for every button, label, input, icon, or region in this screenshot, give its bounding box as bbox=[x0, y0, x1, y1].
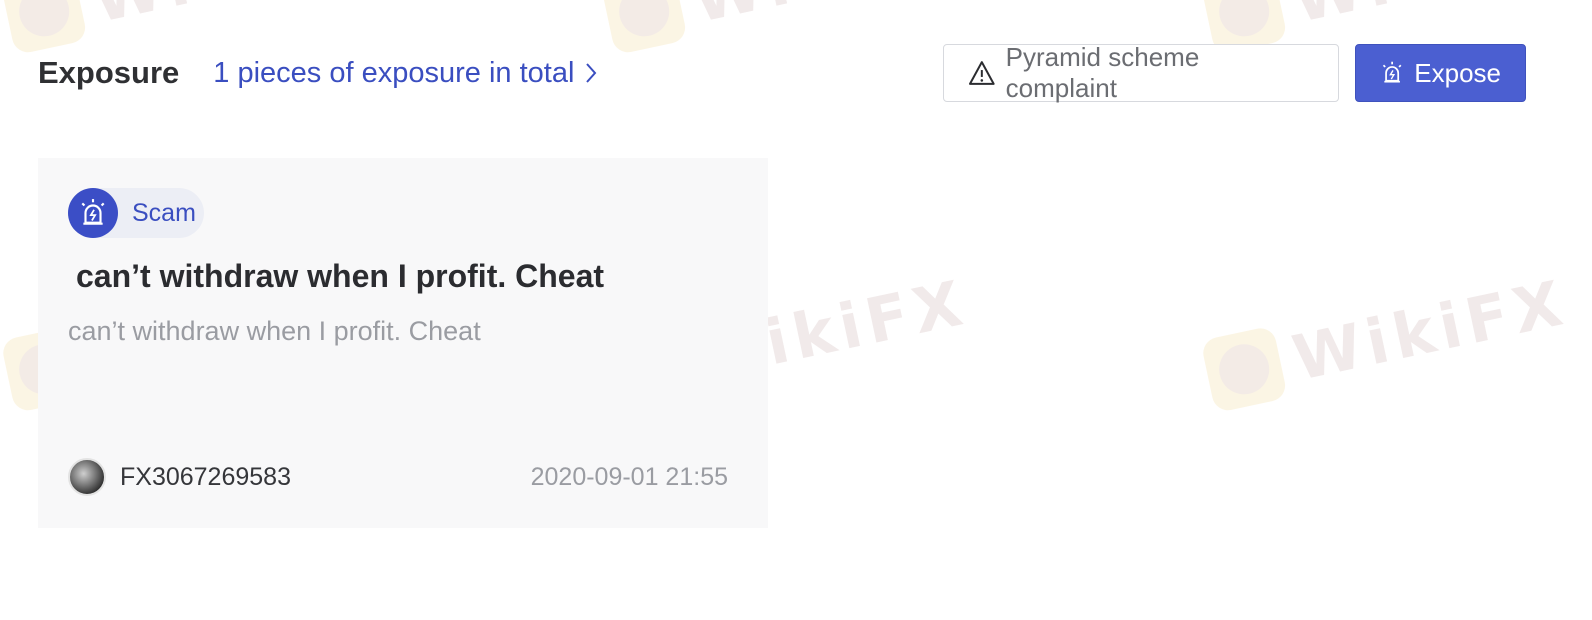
watermark-text: WikiFX bbox=[1286, 265, 1574, 395]
exposure-description: can’t withdraw when I profit. Cheat bbox=[68, 316, 481, 346]
exposure-header: Exposure 1 pieces of exposure in total P… bbox=[38, 42, 1526, 103]
expose-label: Expose bbox=[1414, 57, 1501, 88]
exposure-footer: FX3067269583 2020-09-01 21:55 bbox=[68, 458, 728, 496]
exposure-card[interactable]: Scam can’t withdraw when I profit. Cheat… bbox=[38, 158, 768, 528]
watermark: WikiFX bbox=[1200, 265, 1574, 414]
watermark-text: WikiFX bbox=[86, 0, 373, 36]
alarm-siren-icon bbox=[68, 188, 118, 238]
warning-icon bbox=[968, 61, 995, 85]
pyramid-complaint-label: Pyramid scheme complaint bbox=[1005, 42, 1200, 103]
watermark-logo-icon bbox=[1200, 325, 1289, 414]
expose-button[interactable]: Expose bbox=[1355, 44, 1526, 102]
exposure-page: WikiFX WikiFX WikiFX WikiFX WikiFX WikiF… bbox=[0, 0, 1592, 620]
username: FX3067269583 bbox=[120, 462, 291, 491]
alarm-siren-icon bbox=[1382, 61, 1402, 83]
total-exposure-link[interactable]: 1 pieces of exposure in total bbox=[213, 57, 598, 90]
exposure-title[interactable]: can’t withdraw when I profit. Cheat bbox=[76, 258, 604, 295]
category-tag: Scam bbox=[68, 188, 204, 238]
pyramid-complaint-button[interactable]: Pyramid scheme complaint bbox=[943, 42, 1339, 103]
category-tag-label: Scam bbox=[132, 198, 196, 227]
page-title: Exposure bbox=[38, 55, 180, 90]
post-date: 2020-09-01 21:55 bbox=[530, 462, 728, 491]
avatar bbox=[68, 458, 106, 496]
total-exposure-label: 1 pieces of exposure in total bbox=[213, 56, 575, 89]
chevron-right-icon bbox=[586, 63, 597, 83]
watermark-text: WikiFX bbox=[1286, 0, 1573, 36]
header-actions: Pyramid scheme complaint Expose bbox=[943, 42, 1526, 103]
watermark-text: WikiFX bbox=[686, 0, 973, 36]
